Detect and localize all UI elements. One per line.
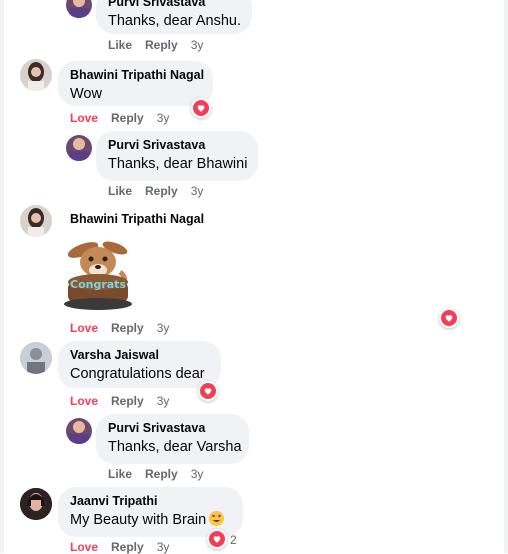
love-button[interactable]: Love [70,321,98,335]
reply-button[interactable]: Reply [145,184,178,198]
avatar-purvi[interactable] [66,0,92,18]
avatar-image [69,0,89,18]
comment-author[interactable]: Bhawini Tripathi Nagal [70,68,204,83]
reply-button[interactable]: Reply [111,394,144,408]
love-button[interactable]: Love [70,111,98,125]
reply-button[interactable]: Reply [111,111,144,125]
love-button[interactable]: Love [70,394,98,408]
comment-timestamp[interactable]: 3y [157,321,170,335]
comment-actions: Love Reply 3y [70,321,182,335]
reply-button[interactable]: Reply [145,38,178,52]
love-reaction[interactable] [191,98,211,118]
love-reaction[interactable] [198,381,218,401]
comment-timestamp[interactable]: 3y [191,184,204,198]
deer-cake-sticker-icon: Congrats [64,241,132,310]
avatar-image [28,62,44,91]
comment-author[interactable]: Purvi Srivastava [108,421,237,436]
avatar-image [69,138,89,161]
comment-bubble: Purvi Srivastava Thanks, dear Varsha [96,414,249,464]
avatar-image [20,488,52,520]
comment-actions: Like Reply 3y [108,184,216,198]
comment-timestamp[interactable]: 3y [191,467,204,481]
reply-button[interactable]: Reply [145,467,178,481]
comment-text: Thanks, dear Bhawini [108,156,248,172]
comment-actions: Love Reply 3y [70,394,182,408]
heart-eyes-icon [209,511,225,526]
like-button[interactable]: Like [108,184,132,198]
love-button[interactable]: Love [70,540,98,554]
comment-timestamp[interactable]: 3y [191,38,204,52]
comment-text: Thanks, dear Varsha [108,439,242,455]
comment-bubble: Purvi Srivastava Thanks, dear Anshu. [96,0,252,34]
heart-icon [200,383,216,399]
comment-text: Wow [70,86,102,102]
comment-bubble: Purvi Srivastava Thanks, dear Bhawini [96,131,258,181]
comment-actions: Like Reply 3y [108,38,216,52]
comment-timestamp[interactable]: 3y [157,540,170,554]
avatar-image [28,208,44,237]
comment-author[interactable]: Varsha Jaiswal [70,348,209,363]
comment-actions: Like Reply 3y [108,467,216,481]
avatar-bhawini[interactable] [20,59,52,91]
like-button[interactable]: Like [108,38,132,52]
love-reaction[interactable] [207,529,227,549]
avatar-image [20,342,52,374]
comment-timestamp[interactable]: 3y [157,111,170,125]
comment-actions: Love Reply 3y [70,540,182,554]
comment-text: Congratulations dear [70,366,205,382]
avatar-purvi[interactable] [66,418,92,444]
heart-icon [209,531,225,547]
love-reaction[interactable] [439,308,459,328]
comment-author[interactable]: Purvi Srivastava [108,138,246,153]
comment-text: My Beauty with Brain [70,511,231,530]
avatar-image [69,421,89,444]
comment-text: Thanks, dear Anshu. [108,13,241,29]
comment-bubble: Bhawini Tripathi Nagal Wow [58,61,213,106]
comment-text-value: My Beauty with Brain [70,512,207,528]
comment-timestamp[interactable]: 3y [157,394,170,408]
comment-author[interactable]: Jaanvi Tripathi [70,494,231,509]
comment-actions: Love Reply 3y [70,111,182,125]
reaction-count[interactable]: 2 [230,533,237,547]
svg-text:Congrats: Congrats [70,278,126,291]
right-edge [504,0,508,553]
avatar-jaanvi[interactable] [20,488,52,520]
avatar-bhawini[interactable] [20,205,52,237]
comment-author[interactable]: Purvi Srivastava [108,0,240,10]
like-button[interactable]: Like [108,467,132,481]
congrats-sticker[interactable]: Congrats [58,232,140,314]
reply-button[interactable]: Reply [111,540,144,554]
heart-icon [193,100,209,116]
avatar-varsha[interactable] [20,342,52,374]
avatar-purvi[interactable] [66,135,92,161]
heart-icon [441,310,457,326]
comment-author[interactable]: Bhawini Tripathi Nagal [70,212,204,226]
comment-bubble: Varsha Jaiswal Congratulations dear [58,341,221,388]
reply-button[interactable]: Reply [111,321,144,335]
left-edge [0,0,4,553]
